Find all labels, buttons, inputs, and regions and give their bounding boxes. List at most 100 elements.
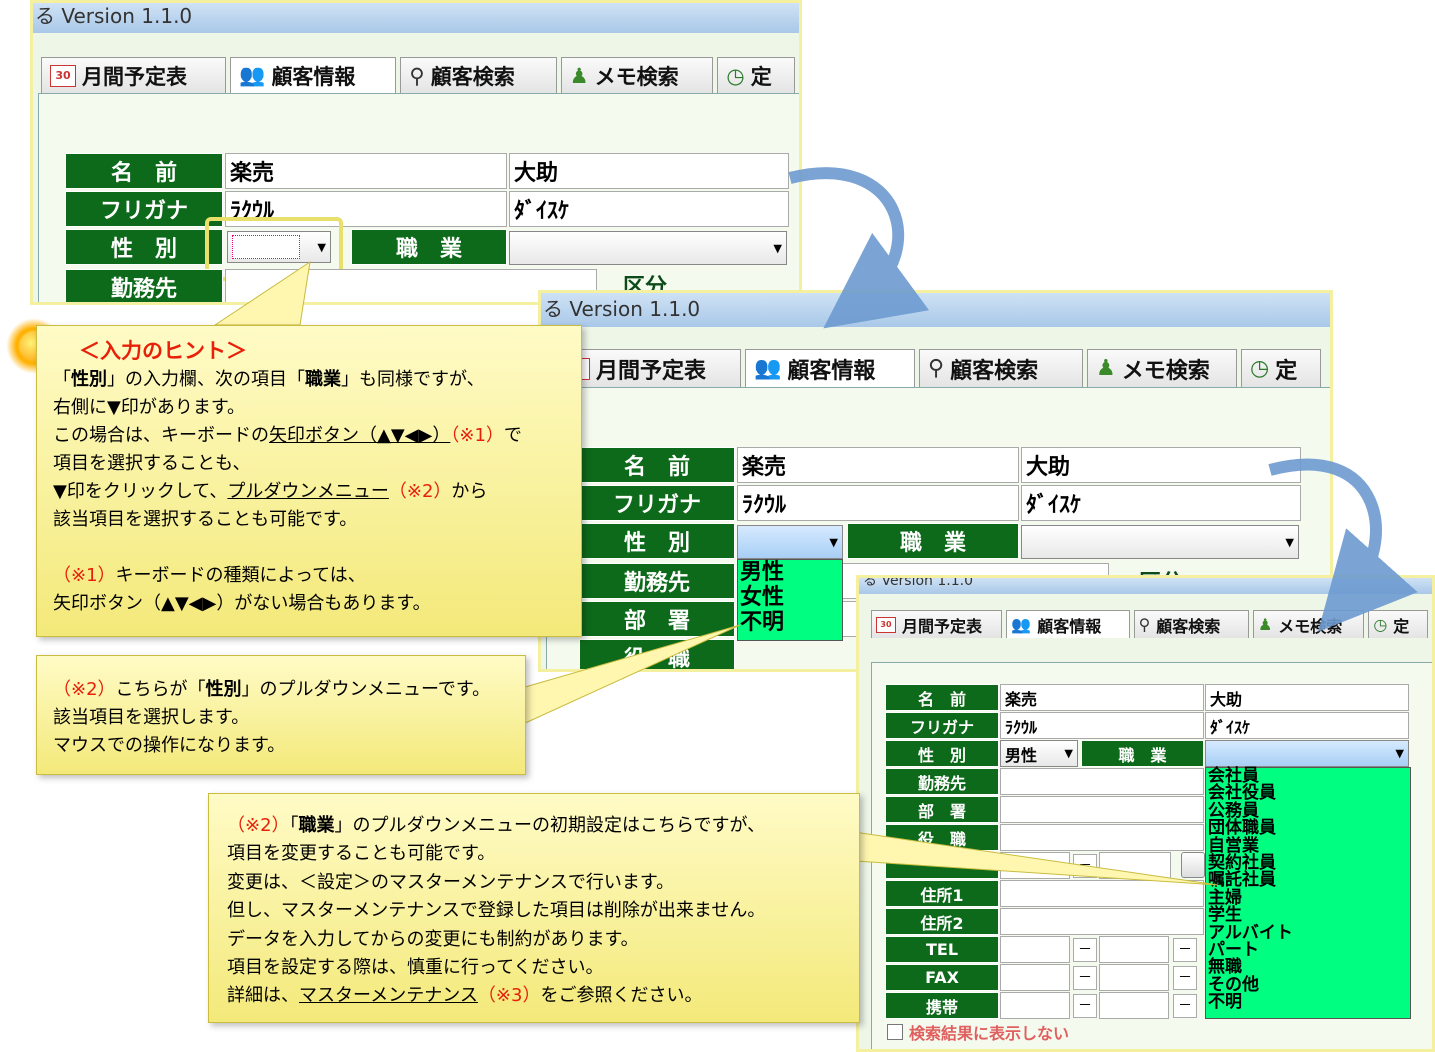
hide-from-search-label: 検索結果に表示しない bbox=[909, 1024, 1070, 1043]
tab-customer-search[interactable]: ⚲ 顧客検索 bbox=[919, 349, 1083, 387]
search-icon: ⚲ bbox=[928, 356, 945, 381]
occupation-select[interactable]: ▼ bbox=[1021, 525, 1299, 559]
memo-user-icon: ♟ bbox=[569, 63, 589, 88]
gender-select[interactable]: ▼ bbox=[737, 525, 843, 559]
window-title: る Version 1.1.0 bbox=[543, 297, 701, 321]
chevron-down-icon: ▼ bbox=[1064, 747, 1073, 760]
last-name-field[interactable]: 楽売 bbox=[737, 447, 1019, 483]
hint-line-3: この場合は、キーボードの矢印ボタン（▲▼◀▶）（※1）で bbox=[53, 425, 522, 446]
memo-user-icon: ♟ bbox=[1257, 615, 1273, 634]
mobile-dash: － bbox=[1073, 994, 1097, 1018]
tab-label: 月間予定表 bbox=[596, 358, 707, 384]
tel-field-2[interactable] bbox=[1099, 936, 1169, 963]
department-label: 部 署 bbox=[579, 601, 735, 637]
tab-customer-info[interactable]: 👥 顧客情報 bbox=[230, 57, 397, 93]
tab-bar: 月間予定表 👥 顧客情報 ⚲ 顧客検索 ♟ メモ検索 ◷ 定 bbox=[541, 349, 1330, 387]
department-label: 部 署 bbox=[885, 796, 999, 823]
first-furigana-field[interactable]: ﾀﾞｲｽｹ bbox=[1205, 712, 1409, 739]
curved-arrow-icon bbox=[788, 167, 930, 329]
postal-search-button[interactable] bbox=[1181, 852, 1205, 878]
mobile-label: 携帯 bbox=[885, 992, 999, 1019]
work-field[interactable] bbox=[1000, 768, 1204, 795]
tab-schedule[interactable]: ◷ 定 bbox=[1368, 610, 1429, 638]
first-name-field[interactable]: 大助 bbox=[1021, 447, 1301, 483]
fax-label: FAX bbox=[885, 964, 999, 991]
department-field[interactable] bbox=[1000, 796, 1204, 823]
tab-label: メモ検索 bbox=[594, 64, 679, 89]
hint-line-6: 該当項目を選択することも可能です。 bbox=[53, 509, 358, 530]
window-title: る Version 1.1.0 bbox=[863, 578, 974, 589]
hint-line-4: 項目を選択することも、 bbox=[53, 453, 251, 474]
tel-label: TEL bbox=[885, 936, 999, 963]
tel-field-1[interactable] bbox=[1000, 936, 1070, 963]
fax-dash: － bbox=[1073, 966, 1097, 990]
note3-line-4: 但し、マスターメンテナンスで登録した項目は削除が出来ません。 bbox=[227, 900, 766, 922]
tab-monthly-schedule[interactable]: 30 月間予定表 bbox=[41, 57, 227, 93]
gender-dropdown-list: 男性 女性 不明 bbox=[737, 559, 843, 641]
tab-memo-search[interactable]: ♟ メモ検索 bbox=[560, 57, 714, 93]
occupation-select[interactable]: ▼ bbox=[1205, 740, 1409, 767]
address1-field[interactable] bbox=[1000, 880, 1204, 907]
hide-from-search-checkbox[interactable] bbox=[887, 1024, 903, 1040]
gender-option[interactable]: 男性 bbox=[740, 560, 842, 585]
gender-select[interactable]: 男性 ▼ bbox=[1000, 740, 1078, 767]
fax-dash-2: － bbox=[1173, 966, 1197, 990]
window-title-bar: る Version 1.1.0 bbox=[859, 578, 1432, 594]
first-name-field[interactable]: 大助 bbox=[509, 153, 789, 189]
people-icon: 👥 bbox=[754, 356, 782, 381]
input-hint-callout: ＜入力のヒント＞ 「性別」の入力欄、次の項目「職業」も同様ですが、 右側に▼印が… bbox=[36, 325, 582, 637]
last-name-field[interactable]: 楽売 bbox=[225, 153, 507, 189]
last-furigana-field[interactable]: ﾗｸｳﾙ bbox=[737, 485, 1019, 521]
occupation-dropdown-note: （※2）「職業」のプルダウンメニューの初期設定はこちらですが、 項目を変更するこ… bbox=[208, 793, 860, 1023]
last-furigana-field[interactable]: ﾗｸｳﾙ bbox=[1000, 712, 1204, 739]
gender-option[interactable]: 女性 bbox=[740, 585, 842, 610]
work-label: 勤務先 bbox=[885, 768, 999, 795]
address2-field[interactable] bbox=[1000, 908, 1204, 935]
postal-code-field-1[interactable] bbox=[1000, 852, 1070, 879]
hint-line-7: （※1）キーボードの種類によっては、 bbox=[53, 565, 366, 586]
tab-label: 月間予定表 bbox=[82, 64, 187, 89]
hint-line-5: ▼印をクリックして、プルダウンメニュー（※2）から bbox=[53, 481, 488, 502]
tab-customer-info[interactable]: 👥 顧客情報 bbox=[1006, 610, 1130, 638]
tab-customer-search[interactable]: ⚲ 顧客検索 bbox=[400, 57, 557, 93]
tab-memo-search[interactable]: ♟ メモ検索 bbox=[1087, 349, 1237, 387]
tab-label: メモ検索 bbox=[1121, 358, 1210, 384]
work-label: 勤務先 bbox=[579, 563, 735, 599]
first-furigana-field[interactable]: ﾀﾞｲｽｹ bbox=[1021, 485, 1301, 521]
people-icon: 👥 bbox=[1011, 615, 1032, 634]
gender-label: 性 別 bbox=[65, 229, 223, 265]
fax-field-2[interactable] bbox=[1099, 964, 1169, 991]
occupation-dropdown-list: 会社員 会社役員 公務員 団体職員 自営業 契約社員 嘱託社員 主婦 学生 アル… bbox=[1205, 767, 1411, 1019]
chevron-down-icon: ▼ bbox=[829, 535, 838, 549]
first-name-field[interactable]: 大助 bbox=[1205, 684, 1409, 711]
tab-monthly-schedule[interactable]: 30 月間予定表 bbox=[871, 610, 1003, 638]
address1-label: 住所1 bbox=[885, 880, 999, 907]
mobile-field-1[interactable] bbox=[1000, 992, 1070, 1019]
app-window-3: る Version 1.1.0 30 月間予定表 👥 顧客情報 ⚲ 顧客検索 ♟… bbox=[856, 575, 1435, 1052]
tab-monthly-schedule[interactable]: 月間予定表 bbox=[571, 349, 741, 387]
last-name-field[interactable]: 楽売 bbox=[1000, 684, 1204, 711]
note2-line-2: 該当項目を選択します。 bbox=[53, 707, 250, 728]
occupation-select[interactable]: ▼ bbox=[509, 231, 787, 265]
tab-customer-info[interactable]: 👥 顧客情報 bbox=[745, 349, 915, 387]
gender-option[interactable]: 不明 bbox=[740, 610, 842, 635]
occupation-option[interactable]: 不明 bbox=[1208, 993, 1410, 1011]
note3-line-7: 詳細は、マスターメンテナンス（※3）をご参照ください。 bbox=[227, 985, 703, 1007]
mobile-field-2[interactable] bbox=[1099, 992, 1169, 1019]
chevron-down-icon: ▼ bbox=[773, 241, 782, 255]
tab-memo-search[interactable]: ♟ メモ検索 bbox=[1252, 610, 1365, 638]
tab-customer-search[interactable]: ⚲ 顧客検索 bbox=[1133, 610, 1249, 638]
postal-code-field-2[interactable] bbox=[1099, 852, 1171, 879]
clock-icon: ◷ bbox=[726, 63, 745, 88]
position-field[interactable] bbox=[1000, 824, 1204, 851]
people-icon: 👥 bbox=[239, 63, 266, 87]
note3-line-1: （※2）「職業」のプルダウンメニューの初期設定はこちらですが、 bbox=[227, 815, 766, 836]
tab-schedule[interactable]: ◷ 定 bbox=[1241, 349, 1321, 387]
note3-line-6: 項目を設定する際は、慎重に行ってください。 bbox=[227, 957, 604, 979]
tab-label: 定 bbox=[1393, 616, 1410, 636]
tab-label: 定 bbox=[1275, 358, 1298, 384]
occupation-option[interactable]: 団体職員 bbox=[1208, 819, 1410, 837]
tab-schedule[interactable]: ◷ 定 bbox=[717, 57, 795, 93]
fax-field-1[interactable] bbox=[1000, 964, 1070, 991]
first-furigana-field[interactable]: ﾀﾞｲｽｹ bbox=[509, 191, 789, 227]
